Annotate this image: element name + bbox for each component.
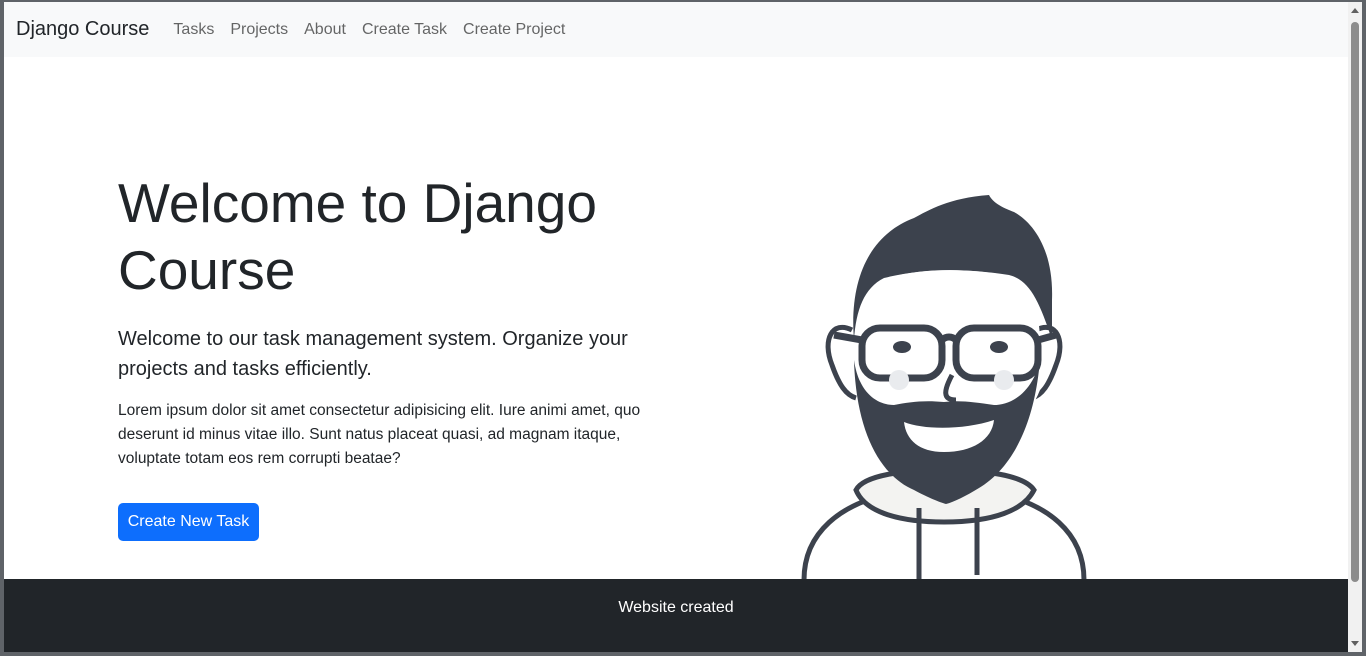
nav-link-projects[interactable]: Projects xyxy=(222,21,296,39)
footer-text: Website created xyxy=(618,598,734,616)
nav-link-tasks[interactable]: Tasks xyxy=(165,21,222,39)
hero-lead: Welcome to our task management system. O… xyxy=(118,328,628,380)
create-new-task-button[interactable]: Create New Task xyxy=(118,503,259,541)
nav-link-create-task[interactable]: Create Task xyxy=(354,21,455,39)
vertical-scrollbar[interactable] xyxy=(1348,2,1362,652)
footer: Website created xyxy=(4,579,1348,652)
right-cheek xyxy=(994,370,1014,390)
scroll-down-icon[interactable] xyxy=(1351,641,1359,646)
hero-title: Welcome to Django Course xyxy=(118,172,597,301)
left-eye xyxy=(893,341,911,353)
hero-body-text: Lorem ipsum dolor sit amet consectetur a… xyxy=(118,402,641,467)
bearded-man-illustration xyxy=(801,195,1087,580)
scrollbar-thumb[interactable] xyxy=(1351,22,1359,582)
nav-link-create-project[interactable]: Create Project xyxy=(455,21,573,39)
navbar-brand[interactable]: Django Course xyxy=(16,18,149,41)
nav-link-about[interactable]: About xyxy=(296,21,354,39)
scroll-up-icon[interactable] xyxy=(1351,8,1359,13)
browser-viewport: Django Course Tasks Projects About Creat… xyxy=(4,2,1348,652)
left-cheek xyxy=(889,370,909,390)
right-eye xyxy=(990,341,1008,353)
navbar: Django Course Tasks Projects About Creat… xyxy=(4,2,1348,57)
